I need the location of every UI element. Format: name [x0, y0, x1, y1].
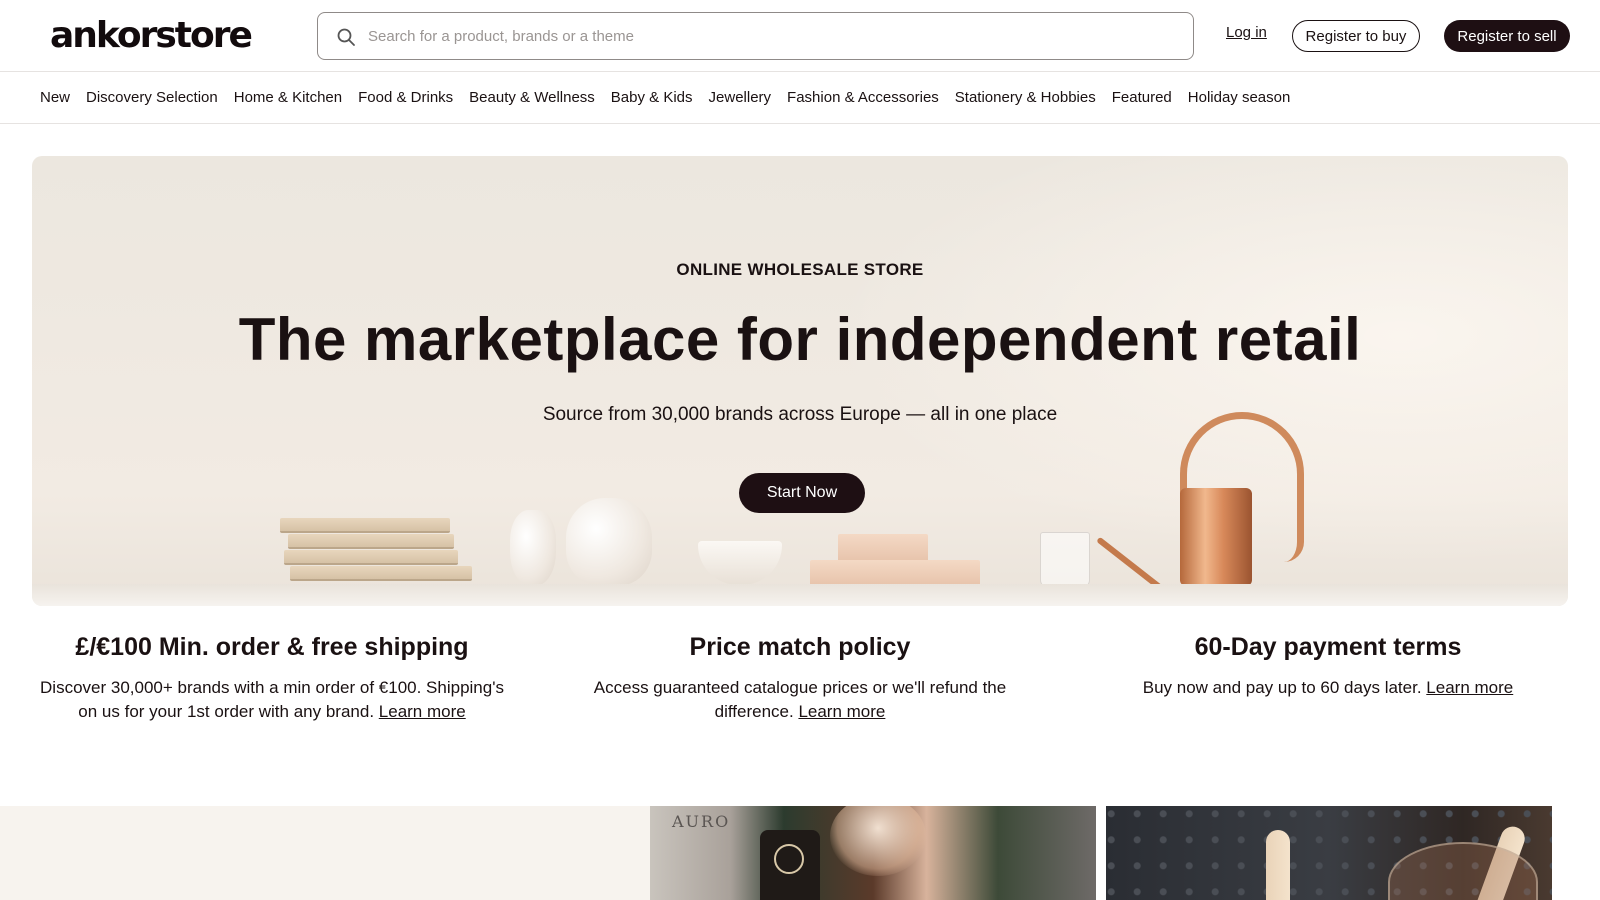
round-vase-decoration [566, 498, 652, 586]
product-photo-dessert[interactable] [1106, 806, 1552, 900]
learn-more-link[interactable]: Learn more [379, 702, 466, 721]
book-decoration [290, 566, 472, 581]
candle-glass-decoration [1040, 532, 1090, 588]
nav-item-food-drinks[interactable]: Food & Drinks [358, 88, 453, 108]
gift-box-decoration [838, 534, 928, 562]
watering-can-decoration [1180, 488, 1252, 586]
hero-banner: ONLINE WHOLESALE STORE The marketplace f… [32, 156, 1568, 606]
book-decoration [280, 518, 450, 533]
nav-item-baby-kids[interactable]: Baby & Kids [611, 88, 693, 108]
bottle-brand-label: AURO [672, 812, 731, 831]
book-decoration [288, 534, 454, 549]
hero-kicker: ONLINE WHOLESALE STORE [676, 260, 924, 279]
feature-title: £/€100 Min. order & free shipping [75, 633, 469, 661]
nav-item-jewellery[interactable]: Jewellery [709, 88, 772, 108]
nav-item-new[interactable]: New [40, 88, 70, 108]
category-nav: New Discovery Selection Home & Kitchen F… [0, 72, 1600, 124]
feature-title: Price match policy [689, 633, 911, 661]
feature-text: Access guaranteed catalogue prices or we… [560, 676, 1040, 724]
gift-box-decoration [810, 560, 980, 586]
wooden-stick-decoration [1266, 830, 1290, 900]
feature-payment-terms: 60-Day payment terms Buy now and pay up … [1088, 630, 1568, 700]
feature-text: Buy now and pay up to 60 days later. Lea… [1088, 676, 1568, 700]
feature-min-order: £/€100 Min. order & free shipping Discov… [32, 630, 512, 724]
login-link[interactable]: Log in [1226, 24, 1267, 41]
wine-glass-decoration [830, 806, 926, 876]
hero-subheadline: Source from 30,000 brands across Europe … [542, 404, 1058, 425]
feature-price-match: Price match policy Access guaranteed cat… [560, 630, 1040, 724]
feature-title: 60-Day payment terms [1194, 633, 1462, 661]
nav-item-home-kitchen[interactable]: Home & Kitchen [234, 88, 342, 108]
promo-panel [0, 806, 650, 900]
search-input[interactable] [362, 13, 1182, 59]
nav-item-stationery-hobbies[interactable]: Stationery & Hobbies [955, 88, 1096, 108]
bottle-badge-decoration [774, 844, 804, 874]
search-bar[interactable] [317, 12, 1194, 60]
book-decoration [284, 550, 458, 565]
hero-headline: The marketplace for independent retail [238, 306, 1362, 373]
register-to-buy-button[interactable]: Register to buy [1292, 20, 1420, 52]
site-header: ankorstore Log in Register to buy Regist… [0, 0, 1600, 72]
nav-item-holiday-season[interactable]: Holiday season [1188, 88, 1291, 108]
product-photo-drinks[interactable]: AURO [650, 806, 1096, 900]
register-to-sell-button[interactable]: Register to sell [1444, 20, 1570, 52]
learn-more-link[interactable]: Learn more [1426, 678, 1513, 697]
search-icon [337, 28, 355, 46]
nav-item-beauty-wellness[interactable]: Beauty & Wellness [469, 88, 595, 108]
shelf-surface [32, 584, 1568, 606]
feature-text: Discover 30,000+ brands with a min order… [32, 676, 512, 724]
learn-more-link[interactable]: Learn more [798, 702, 885, 721]
start-now-button[interactable]: Start Now [739, 473, 865, 513]
small-vase-decoration [510, 510, 556, 586]
feature-description: Buy now and pay up to 60 days later. [1142, 678, 1422, 697]
ankorstore-logo[interactable]: ankorstore [50, 14, 253, 58]
nav-item-fashion-accessories[interactable]: Fashion & Accessories [787, 88, 939, 108]
nav-item-discovery-selection[interactable]: Discovery Selection [86, 88, 218, 108]
nav-item-featured[interactable]: Featured [1112, 88, 1172, 108]
